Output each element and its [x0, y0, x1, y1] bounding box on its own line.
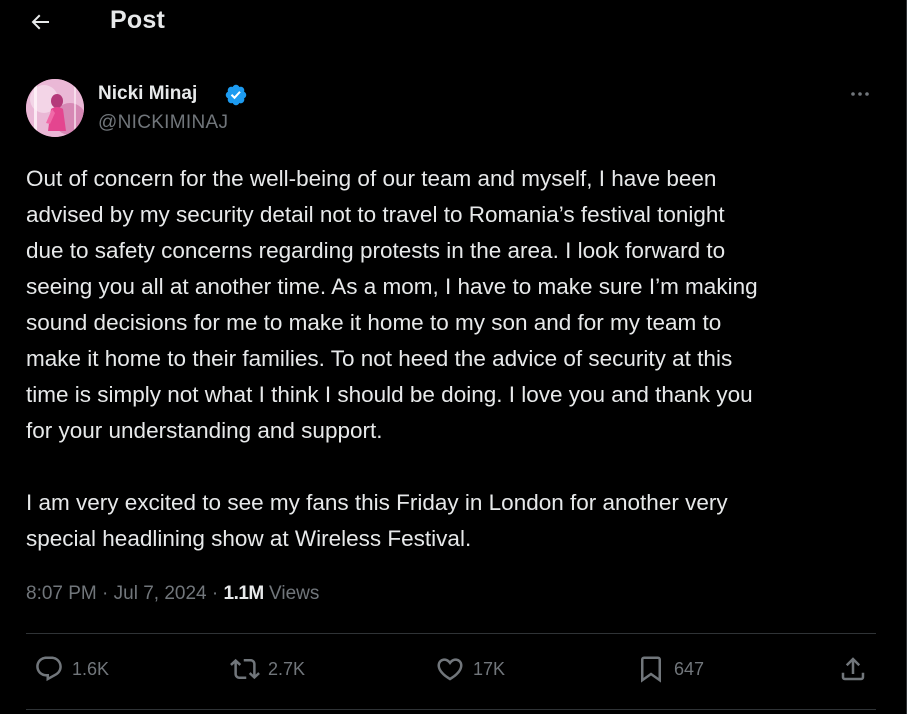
page-title: Post [110, 6, 165, 34]
verified-badge-icon [225, 84, 247, 106]
reply-button[interactable]: 1.6K [34, 654, 109, 684]
post-meta: 8:07 PM · Jul 7, 2024 · 1.1M Views [26, 583, 319, 605]
like-button[interactable]: 17K [435, 654, 505, 684]
avatar[interactable] [26, 79, 84, 137]
back-button[interactable] [26, 8, 54, 36]
arrow-left-icon [31, 14, 49, 30]
post-text: Out of concern for the well-being of our… [26, 166, 758, 551]
bookmark-icon [641, 656, 661, 683]
author-name[interactable]: Nicki Minaj [98, 83, 197, 105]
divider [26, 709, 876, 710]
author-handle[interactable]: @NICKIMINAJ [98, 112, 228, 134]
share-icon [841, 657, 865, 681]
divider [26, 633, 876, 634]
share-button[interactable] [838, 654, 868, 684]
heart-icon [437, 658, 463, 681]
meta-separator: · [102, 583, 109, 604]
more-options-button[interactable] [846, 80, 874, 108]
reply-count: 1.6K [72, 658, 110, 679]
avatar-image [26, 79, 84, 137]
repost-icon [230, 658, 260, 680]
more-horizontal-icon [851, 92, 869, 96]
views-count[interactable]: 1.1M [224, 583, 265, 604]
views-label: Views [269, 583, 320, 604]
bookmark-button[interactable]: 647 [636, 654, 704, 684]
repost-button[interactable]: 2.7K [230, 654, 305, 684]
repost-count: 2.7K [268, 658, 306, 679]
bookmark-count: 647 [674, 658, 705, 679]
post-time[interactable]: 8:07 PM [26, 583, 97, 604]
post-header: Post [0, 0, 906, 46]
like-count: 17K [473, 658, 506, 679]
meta-separator: · [211, 583, 219, 604]
post-page: Post Nicki Minaj @NICKIMINAJ Out of conc… [0, 0, 907, 714]
reply-icon [36, 656, 62, 682]
post-date[interactable]: Jul 7, 2024 [114, 583, 207, 604]
